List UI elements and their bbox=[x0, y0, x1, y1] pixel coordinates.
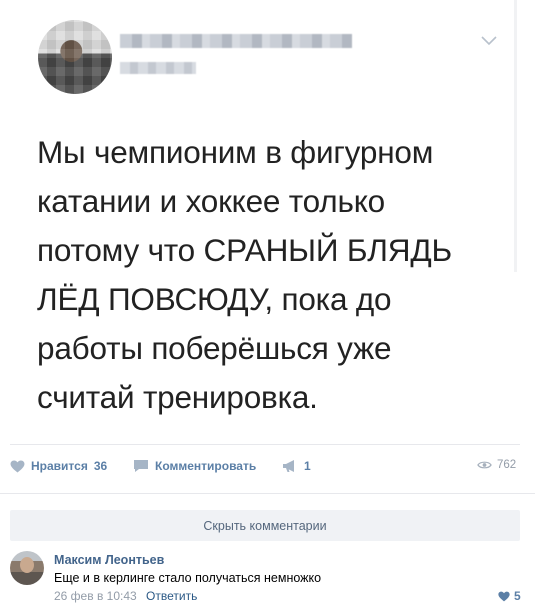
comment-button[interactable]: Комментировать bbox=[133, 459, 256, 473]
comment-author[interactable]: Максим Леонтьев bbox=[54, 553, 164, 567]
reply-button[interactable]: Ответить bbox=[146, 589, 197, 603]
like-label: Нравится bbox=[31, 459, 88, 473]
hide-comments-button[interactable]: Скрыть комментарии bbox=[10, 510, 520, 541]
like-button[interactable]: Нравится 36 bbox=[10, 459, 107, 473]
views-count: 762 bbox=[497, 459, 517, 471]
scrollbar[interactable] bbox=[514, 0, 517, 272]
post-date-pixelated[interactable] bbox=[120, 62, 196, 74]
post-text: Мы чемпионим в фигурном катании и хоккее… bbox=[37, 128, 497, 422]
comment-date[interactable]: 26 фев в 10:43 bbox=[54, 589, 137, 603]
share-button[interactable]: 1 bbox=[282, 459, 311, 473]
post-text-line: потому что СРАНЫЙ БЛЯДЬ bbox=[37, 232, 452, 268]
heart-icon bbox=[10, 459, 25, 473]
post-text-line: считай тренировка. bbox=[37, 379, 318, 415]
post-actions: Нравится 36 Комментировать 1 762 bbox=[0, 455, 535, 481]
share-count: 1 bbox=[304, 459, 311, 473]
comment-like-count: 5 bbox=[514, 589, 521, 603]
chevron-down-icon[interactable] bbox=[478, 30, 500, 52]
like-count: 36 bbox=[93, 459, 108, 473]
comment-label: Комментировать bbox=[155, 459, 257, 473]
comment-meta: 26 фев в 10:43 Ответить bbox=[54, 589, 197, 603]
megaphone-icon bbox=[283, 460, 294, 472]
heart-icon bbox=[498, 591, 510, 601]
divider bbox=[10, 444, 520, 445]
comment-like-button[interactable]: 5 bbox=[498, 589, 521, 603]
post-text-line: Мы чемпионим в фигурном bbox=[37, 134, 434, 170]
divider bbox=[0, 493, 535, 494]
comment: Максим Леонтьев Еще и в керлинге стало п… bbox=[10, 551, 525, 609]
views-counter: 762 bbox=[477, 459, 516, 471]
post-text-line: ЛЁД ПОВСЮДУ, пока до bbox=[37, 281, 392, 317]
author-avatar[interactable] bbox=[38, 20, 112, 94]
post-text-line: катании и хоккее только bbox=[37, 183, 385, 219]
comment-icon bbox=[134, 460, 148, 472]
commenter-avatar[interactable] bbox=[10, 551, 44, 585]
author-name-pixelated[interactable] bbox=[120, 34, 352, 48]
post-text-line: работы поберёшься уже bbox=[37, 330, 392, 366]
post-header bbox=[0, 0, 535, 115]
eye-icon bbox=[477, 461, 492, 469]
comment-text: Еще и в керлинге стало получаться немнож… bbox=[54, 571, 322, 585]
